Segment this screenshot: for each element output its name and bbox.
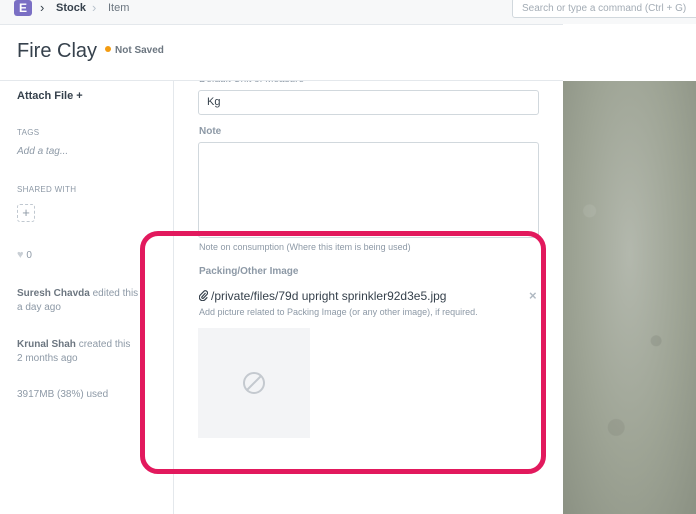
status-dot-icon bbox=[105, 46, 111, 52]
note-textarea[interactable] bbox=[198, 142, 539, 238]
background-stone-image bbox=[563, 81, 696, 514]
activity-user[interactable]: Suresh Chavda bbox=[17, 288, 90, 299]
plus-icon: + bbox=[22, 205, 30, 220]
activity-time: 2 months ago bbox=[17, 353, 78, 364]
add-tag-link[interactable]: Add a tag... bbox=[17, 146, 68, 157]
activity-time: a day ago bbox=[17, 302, 61, 313]
status-badge: Not Saved bbox=[105, 45, 164, 56]
note-label: Note bbox=[199, 126, 222, 137]
uom-field[interactable]: Kg bbox=[198, 90, 539, 115]
chevron-right-icon: › bbox=[40, 0, 45, 15]
top-navbar: E › Stock › Item Search or type a comman… bbox=[0, 0, 696, 25]
background-blank bbox=[563, 24, 696, 81]
chevron-right-icon: › bbox=[92, 0, 97, 15]
like-count: 0 bbox=[26, 250, 32, 261]
activity-action: edited this bbox=[92, 288, 139, 299]
attach-file-label: Attach File bbox=[17, 90, 74, 102]
highlight-annotation bbox=[140, 231, 546, 474]
storage-usage: 3917MB (38%) used bbox=[17, 389, 109, 400]
status-text: Not Saved bbox=[115, 45, 164, 56]
app-logo[interactable]: E bbox=[14, 0, 32, 16]
tags-heading: TAGS bbox=[17, 128, 40, 137]
page-title: Fire Clay bbox=[17, 40, 98, 62]
activity-action: created this bbox=[78, 339, 131, 350]
attach-file-button[interactable]: Attach File + bbox=[17, 90, 83, 102]
breadcrumb-stock[interactable]: Stock bbox=[56, 0, 86, 16]
heart-icon: ♥ bbox=[17, 249, 24, 261]
plus-icon: + bbox=[76, 90, 83, 102]
search-input[interactable]: Search or type a command (Ctrl + G) bbox=[512, 0, 696, 18]
add-share-button[interactable]: + bbox=[17, 204, 35, 222]
title-divider bbox=[0, 80, 563, 81]
activity-user[interactable]: Krunal Shah bbox=[17, 339, 76, 350]
shared-with-heading: SHARED WITH bbox=[17, 185, 77, 194]
like-counter[interactable]: ♥ 0 bbox=[17, 249, 32, 261]
breadcrumb-item[interactable]: Item bbox=[108, 0, 129, 16]
